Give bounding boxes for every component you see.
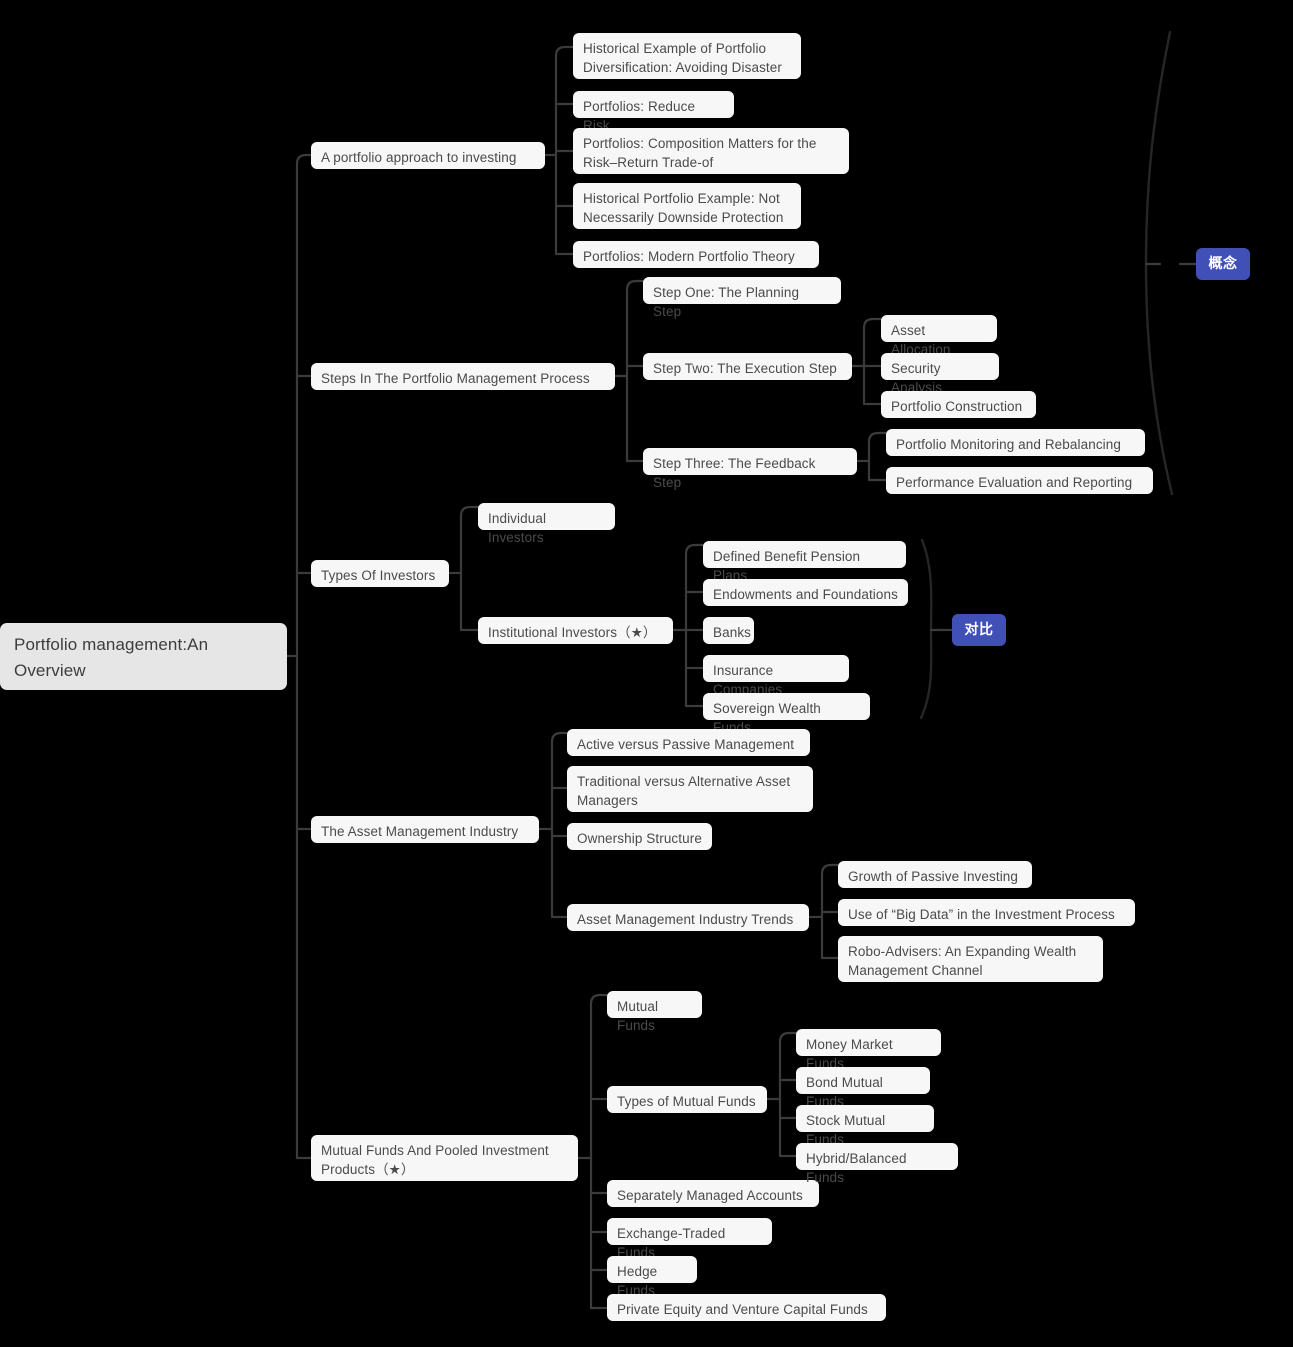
leaf-node-portfolio-monitoring-rebalancing[interactable]: Portfolio Monitoring and Rebalancing	[886, 429, 1145, 456]
leaf-node-robo-advisers[interactable]: Robo-Advisers: An Expanding Wealth Manag…	[838, 936, 1103, 982]
node-institutional-investors[interactable]: Institutional Investors（★）	[478, 617, 673, 644]
leaf-node-banks[interactable]: Banks	[703, 617, 754, 644]
leaf-node-money-market-funds[interactable]: Money Market Funds	[796, 1029, 941, 1071]
leaf-node-security-analysis[interactable]: Security Analysis	[881, 353, 999, 395]
mindmap-canvas: Portfolio management:An Overview A portf…	[0, 0, 1293, 1347]
branch-node-portfolio-approach[interactable]: A portfolio approach to investing	[311, 142, 545, 169]
node-separately-managed-accounts[interactable]: Separately Managed Accounts	[607, 1180, 819, 1207]
leaf-node-hybrid-balanced-funds[interactable]: Hybrid/Balanced Funds	[796, 1143, 958, 1185]
node-step-three-feedback[interactable]: Step Three: The Feedback Step	[643, 448, 857, 490]
leaf-node-use-of-big-data[interactable]: Use of “Big Data” in the Investment Proc…	[838, 899, 1135, 926]
node-step-two-execution[interactable]: Step Two: The Execution Step	[643, 353, 852, 380]
leaf-node-portfolios-reduce-risk[interactable]: Portfolios: Reduce Risk	[573, 91, 734, 133]
node-traditional-versus-alternative-asset-managers[interactable]: Traditional versus Alternative Asset Man…	[567, 766, 813, 812]
branch-node-types-of-investors[interactable]: Types Of Investors	[311, 560, 449, 587]
node-individual-investors[interactable]: Individual Investors	[478, 503, 615, 545]
root-node[interactable]: Portfolio management:An Overview	[0, 623, 287, 690]
node-types-of-mutual-funds[interactable]: Types of Mutual Funds	[607, 1086, 767, 1113]
leaf-node-asset-allocation[interactable]: Asset Allocation	[881, 315, 997, 357]
node-private-equity-venture-capital-funds[interactable]: Private Equity and Venture Capital Funds	[607, 1294, 886, 1321]
node-hedge-funds[interactable]: Hedge Funds	[607, 1256, 697, 1298]
leaf-node-historical-portfolio-example[interactable]: Historical Portfolio Example: Not Necess…	[573, 183, 801, 229]
node-asset-management-industry-trends[interactable]: Asset Management Industry Trends	[567, 904, 809, 931]
node-mutual-funds[interactable]: Mutual Funds	[607, 991, 702, 1033]
leaf-node-defined-benefit-pension-plans[interactable]: Defined Benefit Pension Plans	[703, 541, 906, 583]
badge-duibi[interactable]: 对比	[952, 614, 1006, 646]
leaf-node-insurance-companies[interactable]: Insurance Companies	[703, 655, 849, 697]
node-exchange-traded-funds[interactable]: Exchange-Traded Funds	[607, 1218, 772, 1260]
leaf-node-modern-portfolio-theory[interactable]: Portfolios: Modern Portfolio Theory	[573, 241, 819, 268]
node-ownership-structure[interactable]: Ownership Structure	[567, 823, 712, 850]
leaf-node-bond-mutual-funds[interactable]: Bond Mutual Funds	[796, 1067, 930, 1109]
branch-node-asset-management-industry[interactable]: The Asset Management Industry	[311, 816, 539, 843]
leaf-node-endowments-and-foundations[interactable]: Endowments and Foundations	[703, 579, 908, 606]
node-active-versus-passive-management[interactable]: Active versus Passive Management	[567, 729, 810, 756]
leaf-node-sovereign-wealth-funds[interactable]: Sovereign Wealth Funds	[703, 693, 870, 735]
leaf-node-growth-of-passive-investing[interactable]: Growth of Passive Investing	[838, 861, 1032, 888]
leaf-node-stock-mutual-funds[interactable]: Stock Mutual Funds	[796, 1105, 934, 1147]
branch-node-mutual-funds-pooled-products[interactable]: Mutual Funds And Pooled Investment Produ…	[311, 1135, 578, 1181]
leaf-node-portfolio-construction[interactable]: Portfolio Construction	[881, 391, 1036, 418]
leaf-node-portfolios-composition-matters[interactable]: Portfolios: Composition Matters for the …	[573, 128, 849, 174]
branch-node-steps-portfolio-management[interactable]: Steps In The Portfolio Management Proces…	[311, 363, 615, 390]
leaf-node-performance-evaluation-reporting[interactable]: Performance Evaluation and Reporting	[886, 467, 1153, 494]
badge-gainian[interactable]: 概念	[1196, 248, 1250, 280]
leaf-node-historical-example-diversification[interactable]: Historical Example of Portfolio Diversif…	[573, 33, 801, 79]
node-step-one-planning[interactable]: Step One: The Planning Step	[643, 277, 841, 319]
